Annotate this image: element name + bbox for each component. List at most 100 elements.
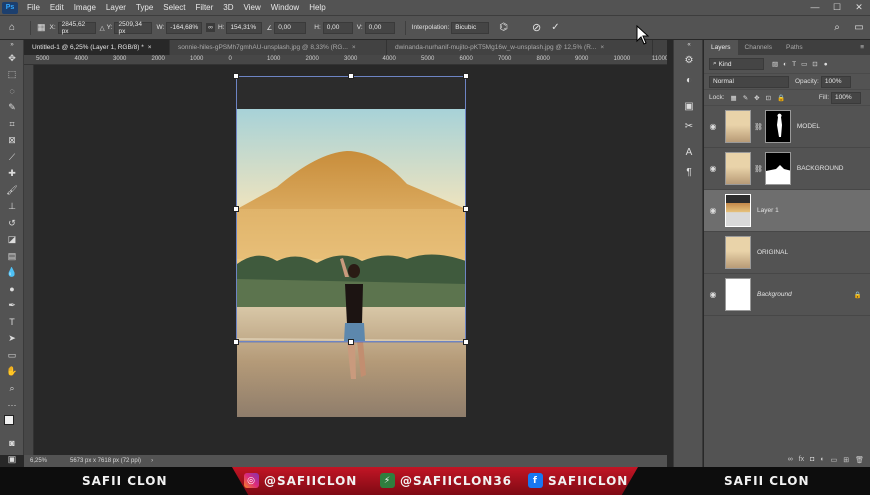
close-tab-icon[interactable]: × <box>600 44 604 51</box>
layer-mask-thumbnail[interactable] <box>764 110 791 143</box>
eyedropper-tool-icon[interactable]: ⟋ <box>0 149 24 166</box>
quick-select-tool-icon[interactable]: ✎ <box>0 100 24 117</box>
path-select-tool-icon[interactable]: ➤ <box>0 331 24 348</box>
edit-toolbar-icon[interactable]: ··· <box>0 397 24 414</box>
lock-icon[interactable]: 🔒 <box>854 291 862 299</box>
maximize-button[interactable]: ☐ <box>826 2 848 13</box>
x-field[interactable]: 2845,62 px <box>57 21 96 35</box>
marquee-tool-icon[interactable]: ⬚ <box>0 67 24 84</box>
menu-type[interactable]: Type <box>131 3 158 12</box>
tab-paths[interactable]: Paths <box>779 40 810 55</box>
history-brush-tool-icon[interactable]: ↺ <box>0 215 24 232</box>
lock-artboard-icon[interactable]: ⊡ <box>766 94 771 102</box>
filter-shape-icon[interactable]: ▭ <box>801 60 807 68</box>
menu-edit[interactable]: Edit <box>45 3 69 12</box>
rectangle-tool-icon[interactable]: ▭ <box>0 347 24 364</box>
frame-tool-icon[interactable]: ⊠ <box>0 133 24 150</box>
delta-icon[interactable]: △ <box>100 24 105 32</box>
close-tab-icon[interactable]: × <box>352 44 356 51</box>
reference-point-icon[interactable]: ▦ <box>37 22 46 33</box>
paragraph-icon[interactable]: ¶ <box>674 162 704 182</box>
transform-handle-ml[interactable] <box>233 206 239 212</box>
filter-toggle-icon[interactable]: ● <box>824 61 828 68</box>
delete-layer-icon[interactable]: 🗑 <box>855 456 864 464</box>
cancel-transform-icon[interactable]: ⊘ <box>532 21 541 34</box>
transform-handle-mr[interactable] <box>463 206 469 212</box>
transform-handle-br[interactable] <box>463 339 469 345</box>
workspace-icon[interactable]: ▭ <box>848 22 870 33</box>
home-icon[interactable]: ⌂ <box>0 22 24 33</box>
visibility-eye-icon[interactable]: ◉ <box>704 164 722 173</box>
filter-adjustment-icon[interactable]: ◐ <box>783 61 787 68</box>
character-icon[interactable]: A <box>674 142 704 162</box>
zoom-level[interactable]: 6,25% <box>24 458 60 464</box>
visibility-eye-icon[interactable]: ◉ <box>704 122 722 131</box>
lock-image-icon[interactable]: ✎ <box>743 94 748 102</box>
move-tool-icon[interactable]: ✥ <box>0 50 24 67</box>
layer-row-background-base[interactable]: ◉ Background 🔒 <box>704 274 870 316</box>
fx-icon[interactable]: fx <box>799 456 804 463</box>
filter-smart-icon[interactable]: ⊡ <box>812 60 817 68</box>
adjustments-icon[interactable]: ◐ <box>674 70 704 90</box>
history-icon[interactable]: ▣ <box>674 96 704 116</box>
collapse-panels-icon[interactable]: « <box>674 40 704 50</box>
horizontal-ruler[interactable]: 5000 4000 3000 2000 1000 0 1000 2000 3000 4000 500… <box>24 55 667 65</box>
vertical-ruler[interactable] <box>24 65 34 455</box>
blend-mode-select[interactable]: Normal <box>709 75 789 88</box>
warp-icon[interactable]: ⌬ <box>499 22 508 33</box>
transform-handle-bm[interactable] <box>348 339 354 345</box>
adjustment-layer-icon[interactable]: ◐ <box>820 456 824 463</box>
opacity-field[interactable]: 100% <box>820 75 851 88</box>
tab-untitled-1[interactable]: Untitled-1 @ 6,25% (Layer 1, RGB/8) * × <box>24 40 170 55</box>
menu-3d[interactable]: 3D <box>218 3 238 12</box>
hskew-field[interactable]: 0,00 <box>322 21 353 34</box>
close-button[interactable]: ✕ <box>848 2 870 13</box>
properties-icon[interactable]: ⚙ <box>674 50 704 70</box>
quick-mask-icon[interactable]: ◙ <box>0 435 24 452</box>
filter-kind-select[interactable]: ⌕ Kind <box>709 58 764 70</box>
zoom-tool-icon[interactable]: ⌕ <box>0 380 24 397</box>
panel-menu-icon[interactable]: ≡ <box>860 40 870 55</box>
lock-all-icon[interactable]: 🔒 <box>777 94 785 102</box>
layer-row-original[interactable]: ◉ ORIGINAL <box>704 232 870 274</box>
eraser-tool-icon[interactable]: ◪ <box>0 232 24 249</box>
layer-row-layer-1[interactable]: ◉ Layer 1 <box>704 190 870 232</box>
transform-bounding-box[interactable] <box>236 76 466 342</box>
clone-stamp-tool-icon[interactable]: ⊥ <box>0 199 24 216</box>
new-group-icon[interactable]: ▭ <box>831 456 838 464</box>
fill-field[interactable]: 100% <box>831 91 861 104</box>
link-icon[interactable]: ∞ <box>206 23 215 32</box>
h-field[interactable]: 154,31% <box>226 21 263 34</box>
lock-position-icon[interactable]: ✥ <box>754 94 759 102</box>
layer-row-background[interactable]: ◉ ⛓ BACKGROUND <box>704 148 870 190</box>
paths-icon[interactable]: ✂ <box>674 116 704 136</box>
tab-dwinanda[interactable]: dwinanda-nurhanif-mujito-pKT5Mg16w_w-uns… <box>387 40 653 55</box>
tab-layers[interactable]: Layers <box>704 40 738 55</box>
commit-transform-icon[interactable]: ✓ <box>551 22 559 33</box>
layer-mask-thumbnail[interactable] <box>764 152 791 185</box>
screen-mode-icon[interactable]: ▣ <box>0 452 24 469</box>
transform-handle-bl[interactable] <box>233 339 239 345</box>
menu-image[interactable]: Image <box>69 3 101 12</box>
new-layer-icon[interactable]: ⊞ <box>843 456 849 464</box>
visibility-eye-icon[interactable]: ◉ <box>704 290 722 299</box>
hand-tool-icon[interactable]: ✋ <box>0 364 24 381</box>
close-tab-icon[interactable]: × <box>148 44 152 51</box>
crop-tool-icon[interactable]: ⌗ <box>0 116 24 133</box>
transform-handle-tr[interactable] <box>463 73 469 79</box>
tab-sonnie-hiles[interactable]: sonnie-hiles-gPSMh7gmhAU-unsplash.jpg @ … <box>170 40 387 55</box>
angle-field[interactable]: 0,00 <box>274 21 307 34</box>
w-field[interactable]: -164,68% <box>166 21 203 34</box>
gradient-tool-icon[interactable]: ▤ <box>0 248 24 265</box>
menu-help[interactable]: Help <box>304 3 330 12</box>
tools-collapse-icon[interactable]: » <box>0 40 24 50</box>
menu-filter[interactable]: Filter <box>191 3 219 12</box>
menu-file[interactable]: File <box>22 3 45 12</box>
chain-link-icon[interactable]: ⛓ <box>754 123 763 131</box>
lock-transparent-icon[interactable]: ▦ <box>731 94 737 102</box>
visibility-eye-icon[interactable]: ◉ <box>704 206 722 215</box>
interpolation-select[interactable]: Bicubic <box>451 21 490 34</box>
foreground-color-swatch[interactable] <box>4 415 14 425</box>
menu-view[interactable]: View <box>239 3 266 12</box>
transform-handle-tm[interactable] <box>348 73 354 79</box>
